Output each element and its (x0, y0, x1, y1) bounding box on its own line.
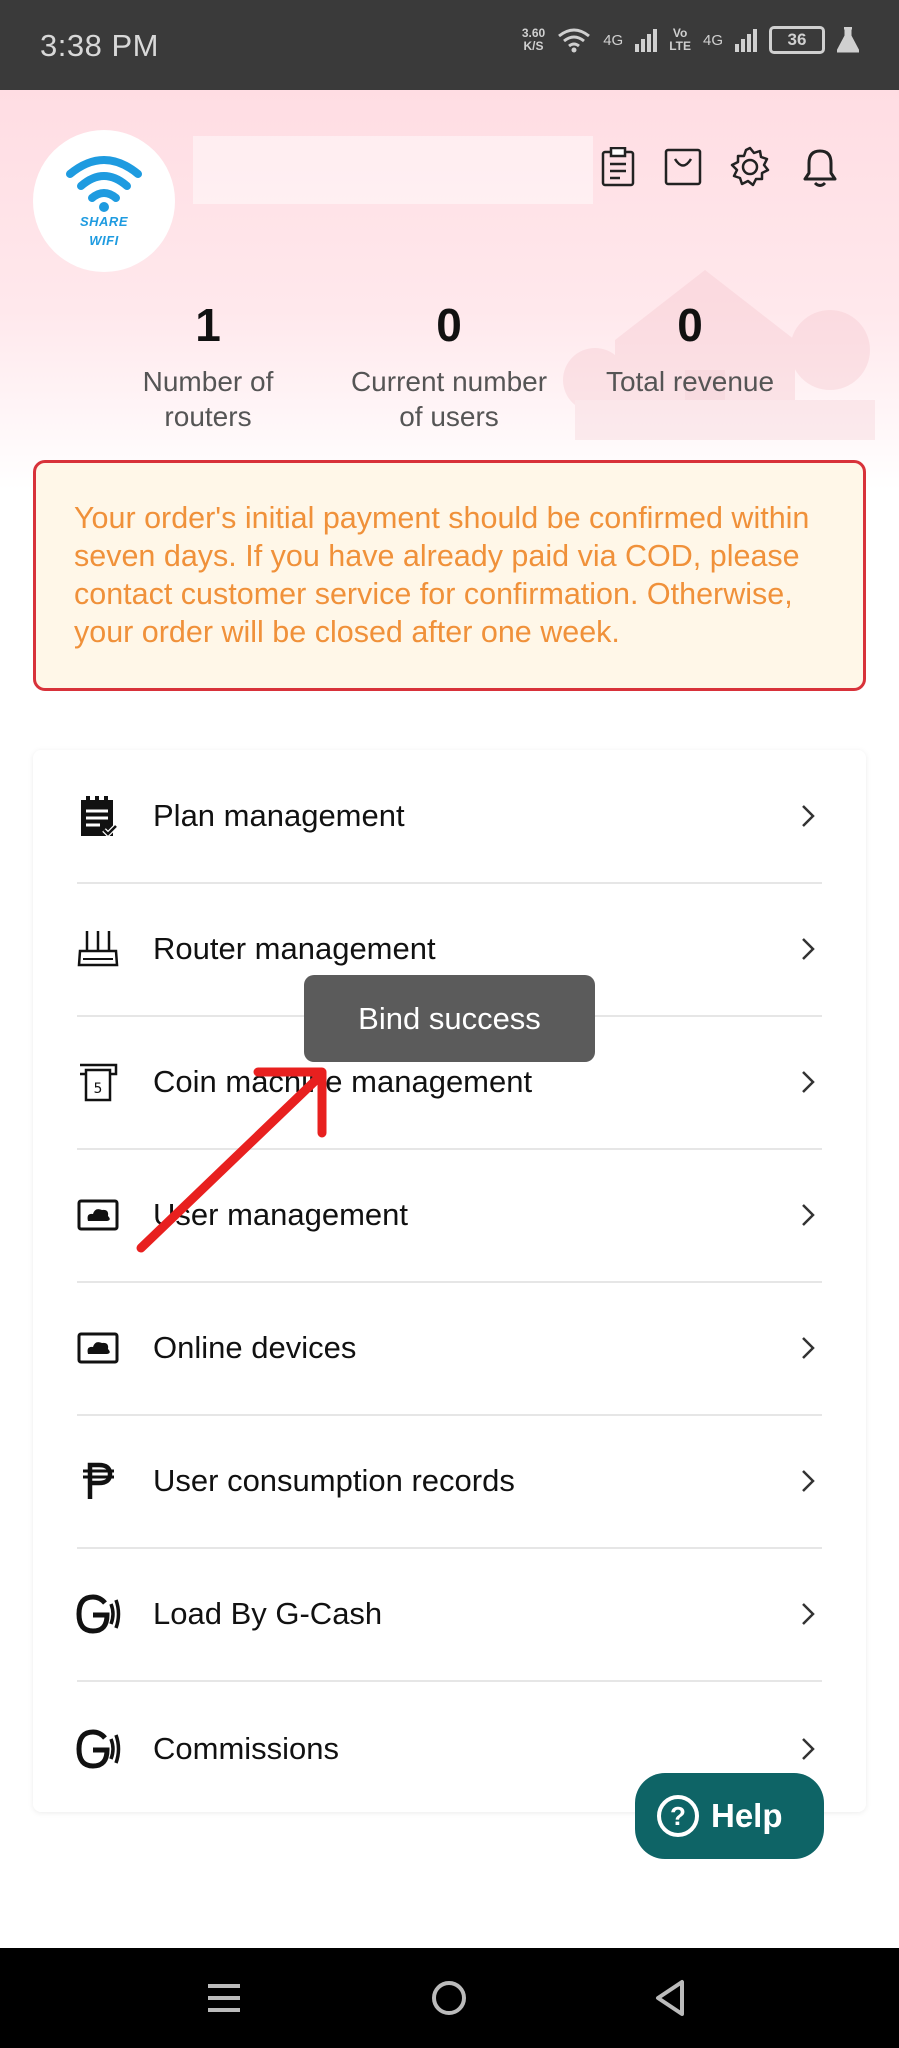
menu-item-label: User consumption records (153, 1463, 515, 1498)
peso-icon (75, 1458, 121, 1504)
svg-text:5: 5 (94, 1081, 103, 1097)
menu-item-label: Plan management (153, 798, 405, 833)
chevron-right-icon (802, 1603, 815, 1625)
chevron-right-icon (802, 1470, 815, 1492)
stat-value: 0 (436, 299, 462, 351)
menu-item-label: User management (153, 1197, 409, 1232)
cloud-screen-icon (75, 1325, 121, 1371)
home-nav-icon[interactable] (427, 1976, 471, 2020)
menu-card: Plan management Router management 5 Coin… (33, 750, 866, 1812)
back-nav-icon[interactable] (650, 1976, 694, 2020)
wifi-logo-icon (66, 156, 142, 212)
gcash-icon (75, 1591, 121, 1637)
plan-list-icon (75, 793, 121, 839)
chevron-right-icon (802, 1204, 815, 1226)
router-icon (75, 926, 121, 972)
menu-nav-icon[interactable] (202, 1976, 246, 2020)
menu-item-label: Online devices (153, 1330, 357, 1365)
help-label: Help (711, 1797, 783, 1834)
chevron-right-icon (802, 938, 815, 960)
account-name-placeholder (193, 136, 593, 204)
signal-type-2: 4G (702, 31, 723, 49)
chevron-right-icon (802, 805, 815, 827)
stat-label: Current number of users (350, 366, 548, 432)
payment-notice-text: Your order's initial payment should be c… (74, 501, 810, 649)
bell-icon[interactable] (797, 144, 843, 190)
wifi-status-icon (558, 28, 591, 53)
signal-bars-icon (635, 29, 658, 52)
status-icons: 3.60 K/S 4G Vo LTE 4G 36 (522, 26, 859, 54)
menu-divider (77, 1680, 822, 1682)
shopping-bag-icon[interactable] (660, 144, 706, 190)
menu-item-load-by-gcash[interactable]: Load By G-Cash (33, 1548, 866, 1680)
toast-text: Bind success (358, 1000, 541, 1036)
stat-label: Number of routers (142, 366, 274, 432)
battery-icon: 36 (769, 26, 825, 54)
payment-notice: Your order's initial payment should be c… (33, 460, 866, 691)
cloud-screen-icon (75, 1192, 121, 1238)
coin-machine-icon: 5 (75, 1059, 121, 1105)
signal-bars-icon (735, 29, 757, 52)
network-speed: 3.60 K/S (521, 26, 546, 53)
help-button[interactable]: ? Help (635, 1773, 824, 1859)
stat-value: 1 (195, 299, 221, 351)
app-logo: SHARE WIFI (33, 130, 175, 272)
flask-icon (837, 27, 859, 53)
stat-routers: 1 Number of routers (93, 296, 323, 434)
menu-item-user-management[interactable]: User management (33, 1149, 866, 1281)
stat-total-revenue: 0 Total revenue (575, 296, 805, 399)
menu-item-label: Load By G-Cash (153, 1596, 383, 1631)
menu-item-plan-management[interactable]: Plan management (33, 750, 866, 882)
gcash-icon (75, 1726, 121, 1772)
status-time: 3:38 PM (40, 28, 159, 63)
menu-item-online-devices[interactable]: Online devices (33, 1282, 866, 1414)
volte-indicator: Vo LTE (669, 26, 691, 53)
chevron-right-icon (802, 1337, 815, 1359)
clipboard-icon[interactable] (595, 144, 641, 190)
stat-label: Total revenue (605, 366, 775, 397)
stat-value: 0 (677, 299, 703, 351)
chevron-right-icon (802, 1738, 815, 1760)
status-bar: 3:38 PM 3.60 K/S 4G Vo LTE 4G 36 (0, 0, 899, 90)
system-navigation-bar (0, 1948, 899, 2048)
signal-type-1: 4G (603, 31, 624, 49)
logo-text: SHARE WIFI (79, 214, 128, 248)
menu-item-label: Coin machine management (153, 1064, 533, 1099)
menu-item-label: Router management (153, 931, 436, 966)
chevron-right-icon (802, 1071, 815, 1093)
bind-success-toast: Bind success (304, 975, 595, 1062)
gear-icon[interactable] (727, 144, 773, 190)
menu-item-user-consumption-records[interactable]: User consumption records (33, 1415, 866, 1547)
menu-item-label: Commissions (153, 1731, 340, 1766)
stat-current-users: 0 Current number of users (334, 296, 564, 434)
question-circle-icon: ? (657, 1795, 699, 1837)
